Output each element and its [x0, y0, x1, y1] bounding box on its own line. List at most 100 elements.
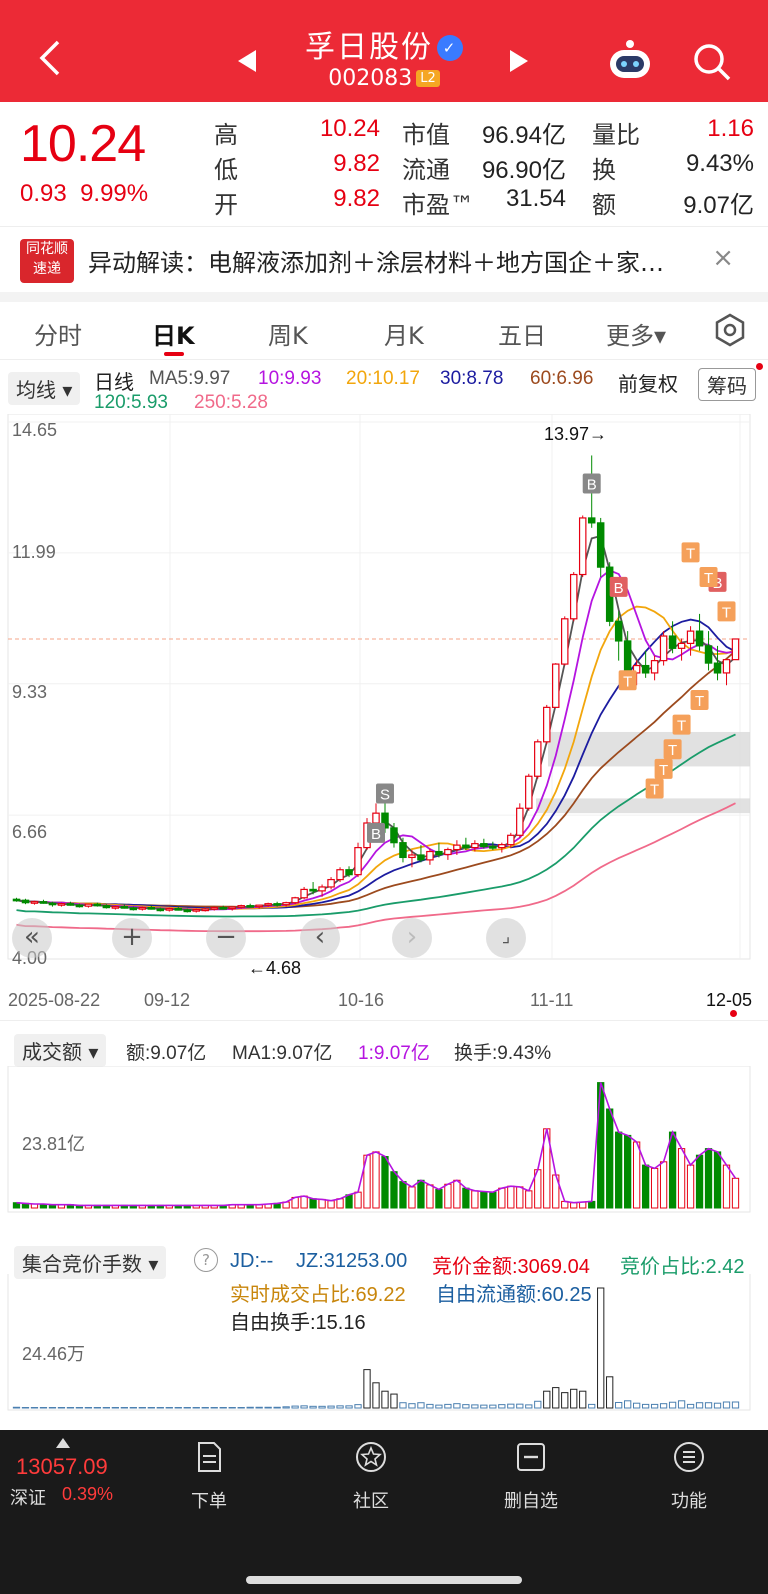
- volume-ma1: MA1:9.07亿: [232, 1043, 333, 1064]
- y-tick-2: 9.33: [12, 682, 48, 702]
- candle-body: [201, 908, 209, 912]
- news-text[interactable]: 异动解读：电解液添加剂＋涂层材料＋地方国企＋家…: [88, 243, 664, 278]
- candle-body: [650, 660, 659, 674]
- ma120-label: 120:5.93: [94, 392, 168, 413]
- candle-body: [174, 908, 183, 911]
- pan-right-icon[interactable]: ›: [392, 918, 432, 958]
- auction-bar: [588, 1403, 596, 1409]
- volume-bar: [327, 1200, 335, 1209]
- tab-weekly-k[interactable]: 周K: [268, 316, 308, 351]
- auction-bar: [731, 1401, 740, 1409]
- auction-bar: [417, 1402, 425, 1409]
- zoom-out-icon[interactable]: −: [206, 918, 246, 958]
- candle-body: [282, 902, 290, 906]
- level-badge: L2: [416, 70, 440, 87]
- search-icon[interactable]: [692, 42, 732, 82]
- auction-bar: [345, 1405, 353, 1409]
- candle-body: [75, 904, 84, 908]
- candle-body: [408, 854, 416, 859]
- tab-monthly-k[interactable]: 月K: [384, 316, 424, 351]
- auction-chart[interactable]: [0, 1274, 768, 1434]
- tab-more[interactable]: 更多▾: [606, 316, 666, 351]
- candle-body: [578, 517, 587, 576]
- home-indicator[interactable]: [246, 1576, 522, 1584]
- auction-bar: [597, 1287, 605, 1409]
- nav-functions[interactable]: 功能: [644, 1440, 734, 1513]
- volume-bar: [695, 1154, 704, 1209]
- signal-marker-label: T: [704, 570, 713, 587]
- volume-selector[interactable]: 成交额 ▾: [14, 1034, 107, 1067]
- volume-ma1-value: 1:9.07亿: [358, 1043, 430, 1064]
- volume-bar: [516, 1186, 524, 1209]
- signal-marker-label: S: [380, 786, 390, 803]
- volume-bar: [632, 1141, 641, 1209]
- tab-five-day[interactable]: 五日: [498, 316, 546, 351]
- tab-timeshare[interactable]: 分时: [34, 316, 82, 351]
- candle-body: [183, 909, 192, 913]
- auction-bar: [363, 1369, 371, 1409]
- ma60-label: 60:6.96: [530, 368, 594, 389]
- candle-body: [560, 618, 569, 665]
- volume-bar: [498, 1187, 506, 1209]
- kline-chart[interactable]: BSBBBTTTTTTTTT: [0, 414, 768, 1004]
- candle-body: [435, 850, 443, 856]
- signal-marker-label: B: [614, 580, 624, 597]
- expand-up-icon[interactable]: [56, 1438, 70, 1448]
- candle-body: [12, 898, 21, 902]
- candle-body: [569, 573, 578, 620]
- volume-bar: [444, 1183, 452, 1209]
- candle-body: [534, 741, 542, 777]
- remove-watchlist-icon: [517, 1443, 545, 1471]
- fullscreen-icon[interactable]: ⌟: [486, 918, 526, 958]
- auction-bar: [722, 1401, 731, 1409]
- candle-body: [219, 907, 227, 910]
- chip-button[interactable]: 筹码: [698, 368, 756, 401]
- candle-body: [84, 903, 93, 907]
- zoom-in-icon[interactable]: +: [112, 918, 152, 958]
- candle-body: [228, 906, 236, 910]
- max-price-label: 13.97→: [544, 424, 608, 444]
- robot-icon[interactable]: [606, 38, 654, 82]
- candle-body: [264, 903, 272, 906]
- volume-bar: [624, 1134, 632, 1209]
- auction-bar: [543, 1390, 551, 1409]
- mcap-label: 市值: [402, 121, 450, 149]
- candle-body: [525, 775, 533, 809]
- x-tick-2: 10-16: [338, 990, 385, 1010]
- ma20-label: 20:10.17: [346, 368, 420, 389]
- settings-icon[interactable]: [712, 312, 748, 348]
- ma10-label: 10:9.93: [258, 368, 322, 389]
- auction-bar: [282, 1406, 290, 1409]
- nav-community[interactable]: 社区: [326, 1440, 416, 1513]
- help-icon[interactable]: ?: [194, 1248, 218, 1272]
- next-stock-icon[interactable]: [508, 48, 532, 74]
- adjust-label[interactable]: 前复权: [618, 368, 678, 397]
- auction-bar: [570, 1388, 578, 1409]
- candle-body: [480, 843, 488, 848]
- volume-chart[interactable]: [0, 1066, 768, 1226]
- float-label: 流通: [402, 156, 450, 184]
- nav-remove-watchlist[interactable]: 删自选: [486, 1440, 576, 1513]
- volume-bar: [507, 1185, 515, 1209]
- pan-left-icon[interactable]: ‹: [300, 918, 340, 958]
- candle-body: [462, 844, 470, 849]
- news-banner[interactable]: 同花顺 速递 异动解读：电解液添加剂＋涂层材料＋地方国企＋家… ×: [0, 226, 768, 292]
- close-icon[interactable]: ×: [712, 243, 734, 273]
- ma-selector[interactable]: 均线 ▾: [8, 372, 81, 405]
- auction-bar: [677, 1400, 686, 1409]
- index-value[interactable]: 13057.09: [16, 1454, 108, 1480]
- auction-bar: [264, 1406, 272, 1409]
- high-label: 高: [214, 121, 238, 149]
- nav-order[interactable]: 下单: [164, 1440, 254, 1513]
- candle-body: [390, 827, 398, 844]
- auction-bar: [318, 1405, 326, 1409]
- index-pct: 0.39%: [62, 1484, 114, 1504]
- auction-bar: [507, 1403, 515, 1409]
- candle-body: [138, 907, 147, 910]
- volume-bar: [345, 1194, 353, 1209]
- volume-bar: [731, 1177, 740, 1209]
- tab-daily-k[interactable]: 日K: [152, 316, 195, 351]
- candle-body: [21, 899, 30, 904]
- last-price: 10.24: [20, 115, 146, 173]
- collapse-left-icon[interactable]: «: [12, 918, 52, 958]
